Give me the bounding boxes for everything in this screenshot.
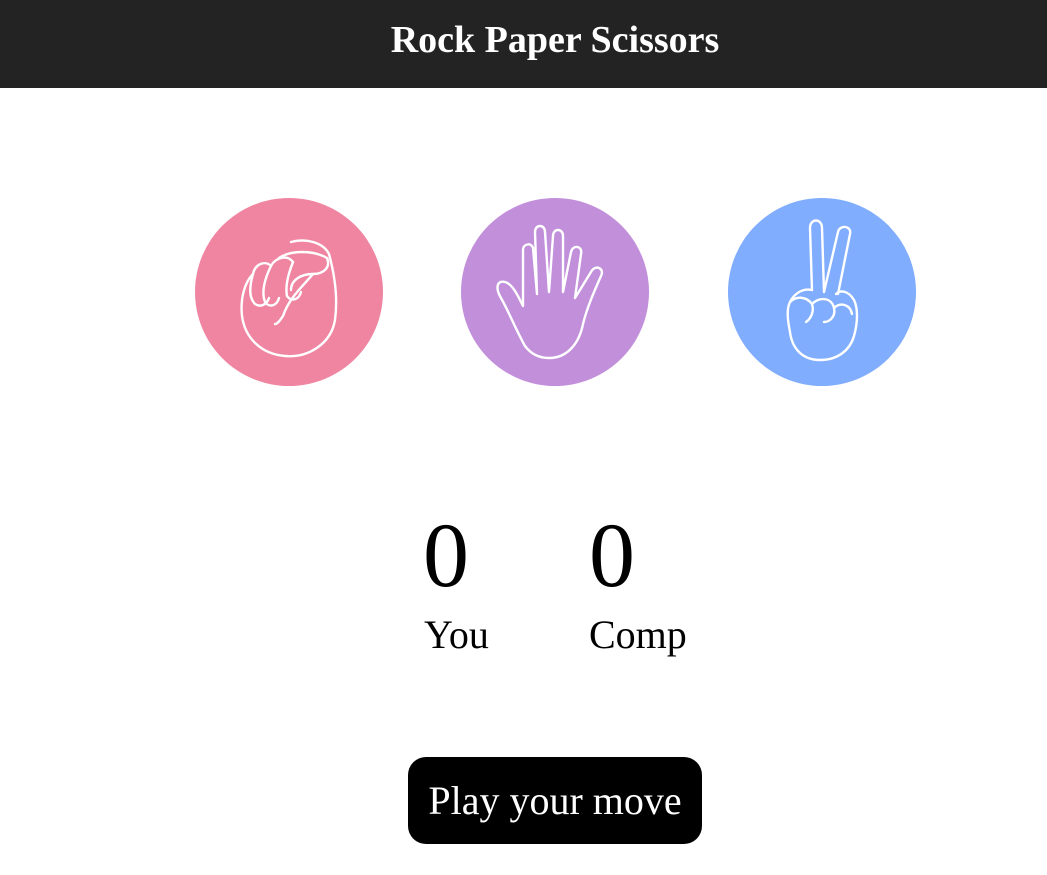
comp-score-label: Comp: [589, 612, 687, 657]
play-move-button[interactable]: Play your move: [408, 757, 702, 844]
open-hand-icon: [461, 198, 649, 386]
comp-score-value: 0: [589, 504, 635, 606]
fist-icon: [195, 198, 383, 386]
user-score-label: You: [424, 612, 489, 657]
header-bar: Rock Paper Scissors: [0, 0, 1047, 88]
paper-choice-button[interactable]: [461, 198, 649, 386]
rock-choice-button[interactable]: [195, 198, 383, 386]
page-title: Rock Paper Scissors: [390, 19, 720, 61]
user-score-value: 0: [423, 504, 469, 606]
peace-sign-icon: [728, 198, 916, 386]
scissors-choice-button[interactable]: [728, 198, 916, 386]
